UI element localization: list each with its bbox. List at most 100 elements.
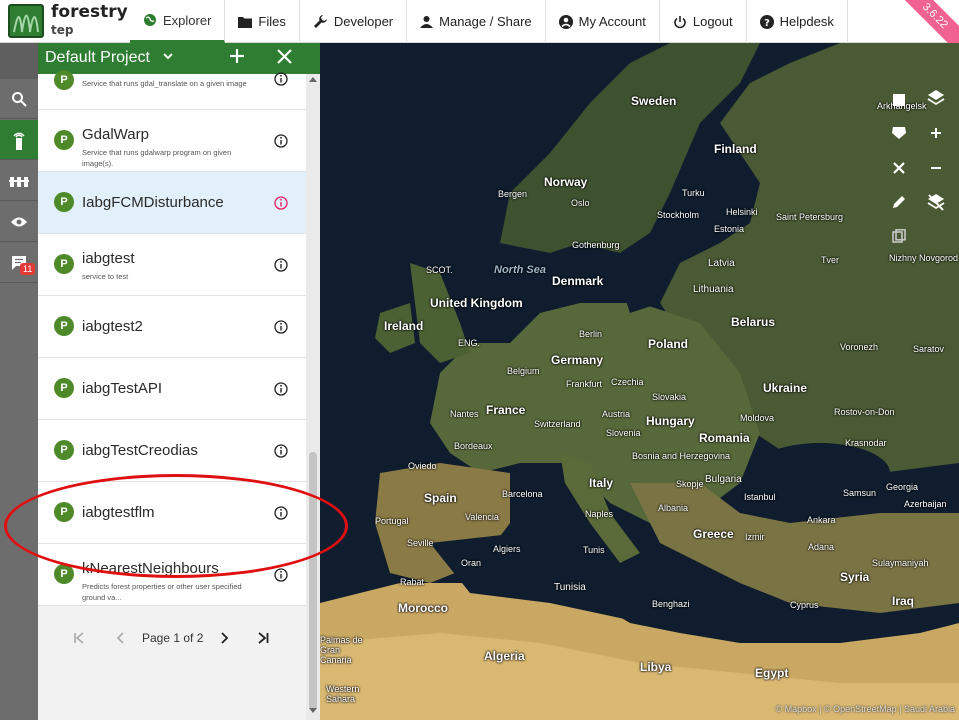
info-icon[interactable]: [274, 134, 288, 148]
map-label: Czechia: [611, 377, 644, 387]
list-item[interactable]: P GdalWarp Service that runs gdalwarp pr…: [38, 110, 306, 172]
draw-square-button[interactable]: [884, 85, 914, 115]
messages-badge: 11: [20, 263, 36, 275]
map-label: Helsinki: [726, 207, 758, 217]
first-page-icon[interactable]: [72, 631, 86, 645]
map-label: Samsun: [843, 488, 877, 498]
power-icon: [674, 15, 686, 28]
service-name: GdalWarp: [82, 126, 149, 143]
nav-explorer[interactable]: Explorer: [130, 0, 226, 43]
info-icon[interactable]: [274, 444, 288, 458]
brand[interactable]: forestry tep: [0, 0, 128, 43]
clear-button[interactable]: [884, 153, 914, 183]
layers-off-button[interactable]: [921, 187, 951, 217]
project-dropdown-button[interactable]: [162, 49, 174, 67]
map-label: Spain: [424, 491, 457, 505]
list-item[interactable]: P iabgtestflm: [38, 482, 306, 544]
minus-icon: [931, 167, 941, 169]
nav-logout-label: Logout: [692, 14, 733, 29]
map-view[interactable]: Sweden Finland Norway Bergen Oslo Turku …: [320, 43, 959, 720]
copy-button[interactable]: [884, 221, 914, 251]
zoom-in-button[interactable]: [921, 118, 951, 148]
map-label: Istanbul: [744, 492, 776, 502]
service-badge: P: [54, 502, 74, 522]
scroll-thumb[interactable]: [309, 452, 317, 710]
map-label: Berlin: [579, 329, 603, 339]
map-label: Sweden: [631, 94, 677, 108]
list-item[interactable]: P Service that runs gdal_translate on a …: [38, 70, 306, 110]
add-project-button[interactable]: [228, 47, 246, 70]
draw-polygon-button[interactable]: [884, 118, 914, 148]
info-icon[interactable]: [274, 320, 288, 334]
map-label: Denmark: [552, 274, 604, 288]
info-icon[interactable]: [274, 72, 288, 86]
map-label: Slovenia: [606, 428, 641, 438]
service-desc: Service that runs gdalwarp program on gi…: [82, 148, 232, 168]
service-badge: P: [54, 378, 74, 398]
scroll-up-icon[interactable]: [309, 76, 317, 82]
layers-icon: [927, 90, 945, 106]
list-scrollbar[interactable]: [306, 74, 320, 720]
nav-logout[interactable]: Logout: [660, 0, 747, 43]
polygon-icon: [892, 127, 906, 139]
info-icon[interactable]: [274, 258, 288, 272]
antenna-icon: [13, 132, 25, 150]
nav-files[interactable]: Files: [225, 0, 300, 43]
service-name: iabgtest: [82, 250, 135, 267]
map-label: Belgium: [507, 366, 540, 376]
map-attribution[interactable]: © Mapbox | © OpenStreetMap | Saudi Arabi…: [775, 704, 955, 714]
rail-messages-button[interactable]: 11: [0, 243, 38, 283]
info-icon[interactable]: [274, 506, 288, 520]
nav-developer[interactable]: Developer: [300, 0, 408, 43]
list-item[interactable]: P iabgTestAPI: [38, 358, 306, 420]
list-item[interactable]: P iabgtest2: [38, 296, 306, 358]
map-label: Oslo: [571, 198, 590, 208]
map-label: Poland: [648, 337, 689, 351]
list-item[interactable]: P iabgtest service to test: [38, 234, 306, 296]
service-badge: P: [54, 254, 74, 274]
map-label: Portugal: [375, 516, 409, 526]
service-name: iabgTestCreodias: [82, 442, 198, 459]
eye-icon: [11, 217, 27, 226]
map-label: Romania: [699, 431, 750, 445]
list-item[interactable]: P kNearestNeighbours Predicts forest pro…: [38, 544, 306, 606]
map-label: Morocco: [398, 601, 449, 615]
list-item-selected[interactable]: P IabgFCMDisturbance: [38, 172, 306, 234]
map-label: Austria: [602, 409, 631, 419]
map-label: Bordeaux: [454, 441, 493, 451]
layers-button[interactable]: [921, 83, 951, 113]
help-icon: ?: [759, 14, 774, 29]
scroll-down-icon[interactable]: [309, 708, 317, 714]
map-label: Oran: [461, 558, 482, 568]
map-label: Frankfurt: [566, 379, 603, 389]
nav-manage-share[interactable]: Manage / Share: [407, 0, 546, 43]
layers-off-icon: [927, 194, 945, 211]
last-page-icon[interactable]: [256, 631, 270, 645]
map-label: Estonia: [714, 224, 745, 234]
service-badge: P: [54, 130, 74, 150]
map-label: Benghazi: [652, 599, 690, 609]
top-navbar: forestry tep Explorer Files Developer Ma…: [0, 0, 959, 58]
map-label: Izmir: [745, 532, 765, 542]
rail-search-button[interactable]: [0, 79, 38, 119]
info-icon[interactable]: [274, 568, 288, 582]
zoom-out-button[interactable]: [921, 153, 951, 183]
prev-page-icon[interactable]: [114, 631, 128, 645]
nav-helpdesk[interactable]: ? Helpdesk: [747, 0, 848, 43]
map-label: Greece: [693, 527, 734, 541]
map-label: France: [486, 403, 526, 417]
list-item[interactable]: P iabgTestCreodias: [38, 420, 306, 482]
info-icon[interactable]: [274, 382, 288, 396]
edit-button[interactable]: [884, 187, 914, 217]
info-icon[interactable]: [274, 196, 288, 210]
map-label: Tunisia: [554, 582, 586, 593]
rail-jobs-button[interactable]: [0, 161, 38, 201]
rail-services-button[interactable]: [0, 120, 38, 160]
nav-my-account[interactable]: My Account: [546, 0, 660, 43]
map-label: Libya: [640, 660, 672, 674]
map-label: Georgia: [886, 482, 919, 492]
close-panel-button[interactable]: [276, 48, 293, 70]
rail-visibility-button[interactable]: [0, 202, 38, 242]
next-page-icon[interactable]: [217, 631, 231, 645]
service-name: iabgtestflm: [82, 504, 155, 521]
